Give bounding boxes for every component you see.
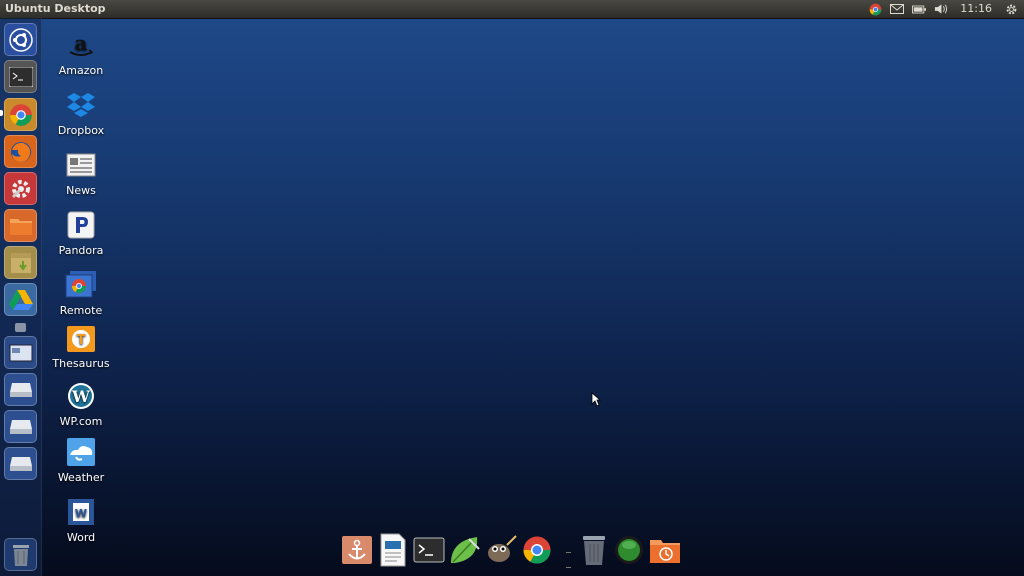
launcher-firefox[interactable] xyxy=(4,135,37,168)
launcher-remote-desktop[interactable] xyxy=(4,336,37,369)
hard-drive-icon xyxy=(9,382,32,397)
svg-text:W: W xyxy=(75,507,87,520)
dock-trash[interactable] xyxy=(578,533,610,567)
anchor-icon xyxy=(342,536,372,564)
battery-icon[interactable] xyxy=(912,2,927,16)
mail-icon[interactable] xyxy=(890,2,905,16)
leaf-icon xyxy=(451,537,480,563)
desktop-icon-remote[interactable]: Remote xyxy=(41,269,121,317)
launcher-terminal[interactable] xyxy=(4,60,37,93)
wordpress-icon: W xyxy=(65,380,97,412)
desktop-icon-weather[interactable]: Weather xyxy=(41,436,121,484)
desktop-icon-label: News xyxy=(66,184,96,197)
svg-text:T: T xyxy=(77,333,86,348)
desktop-icon-thesaurus[interactable]: T Thesaurus xyxy=(41,324,121,370)
archive-icon xyxy=(10,252,31,273)
desktop-icon-label: Weather xyxy=(57,471,105,484)
system-tray: 11:16 xyxy=(868,0,1018,18)
terminal-icon xyxy=(8,66,33,87)
hard-drive-icon xyxy=(9,419,32,434)
dropbox-icon xyxy=(65,89,97,121)
dock-leafpad[interactable] xyxy=(449,533,481,567)
gimp-icon xyxy=(488,535,517,562)
desktop-icon-wpcom[interactable]: W WP.com xyxy=(41,380,121,428)
amazon-icon: a xyxy=(65,29,97,61)
launcher-archive-manager[interactable] xyxy=(4,246,37,279)
launcher-google-drive[interactable] xyxy=(4,283,37,316)
desktop-icon-dropbox[interactable]: Dropbox xyxy=(41,89,121,137)
gear-icon[interactable] xyxy=(1004,2,1018,16)
dock-document-viewer[interactable] xyxy=(377,533,409,567)
launcher-chrome[interactable] xyxy=(4,98,37,131)
backup-folder-icon xyxy=(650,540,680,563)
desktop-icon-label: Thesaurus xyxy=(52,357,110,370)
dock-chrome[interactable] xyxy=(521,533,553,567)
dock-green-orb[interactable] xyxy=(613,533,645,567)
folder-icon xyxy=(9,218,32,235)
launcher-trash[interactable] xyxy=(4,538,37,571)
trash-icon xyxy=(12,544,29,566)
clock[interactable]: 11:16 xyxy=(960,0,992,18)
dock-backup[interactable] xyxy=(649,533,681,567)
dash-home-button[interactable] xyxy=(4,23,37,56)
launcher-drive-1[interactable] xyxy=(4,373,37,406)
green-orb-icon xyxy=(615,536,643,564)
firefox-icon xyxy=(10,141,31,162)
dock-anchor-app[interactable] xyxy=(341,533,373,567)
launcher-drive-2[interactable] xyxy=(4,410,37,443)
weather-icon xyxy=(65,436,97,468)
chrome-icon xyxy=(9,103,32,126)
google-drive-icon xyxy=(8,289,33,310)
launcher xyxy=(0,18,42,576)
window-title: Ubuntu Desktop xyxy=(5,2,106,15)
volume-icon[interactable] xyxy=(934,2,948,16)
desktop-icon-label: WP.com xyxy=(59,415,103,428)
desktop-icon-label: Amazon xyxy=(58,64,104,77)
chrome-remote-desktop-icon xyxy=(65,269,97,301)
dock-separator xyxy=(566,552,571,568)
settings-icon xyxy=(11,179,30,198)
terminal-icon xyxy=(413,537,445,563)
window-icon xyxy=(9,344,32,361)
desktop-icon-label: Pandora xyxy=(58,244,104,257)
desktop-icon-label: Dropbox xyxy=(57,124,105,137)
desktop-icon-news[interactable]: News xyxy=(41,149,121,197)
document-icon xyxy=(380,533,406,567)
workspace-switcher-icon[interactable] xyxy=(15,323,26,332)
pandora-icon xyxy=(65,209,97,241)
dock-terminal[interactable] xyxy=(413,533,445,567)
desktop-icon-word[interactable]: W Word xyxy=(41,496,121,544)
launcher-files[interactable] xyxy=(4,209,37,242)
desktop-icon-pandora[interactable]: Pandora xyxy=(41,209,121,257)
ubuntu-logo-icon xyxy=(8,27,33,52)
desktop-icon-label: Word xyxy=(66,531,96,544)
chrome-icon xyxy=(523,536,551,564)
newspaper-icon xyxy=(65,149,97,181)
active-app-indicator xyxy=(0,110,3,116)
thesaurus-icon: T xyxy=(66,324,96,354)
top-panel: Ubuntu Desktop 11:16 xyxy=(0,0,1024,18)
svg-text:W: W xyxy=(71,387,91,406)
svg-text:a: a xyxy=(75,31,88,55)
word-icon: W xyxy=(65,496,97,528)
launcher-system-settings[interactable] xyxy=(4,172,37,205)
dock-gimp[interactable] xyxy=(485,533,517,567)
hard-drive-icon xyxy=(9,456,32,471)
chrome-tray-icon[interactable] xyxy=(868,2,882,16)
desktop-icon-label: Remote xyxy=(59,304,103,317)
mouse-cursor-icon xyxy=(591,392,602,411)
trash-icon xyxy=(583,536,605,565)
launcher-drive-3[interactable] xyxy=(4,447,37,480)
desktop-icon-amazon[interactable]: a Amazon xyxy=(41,29,121,77)
